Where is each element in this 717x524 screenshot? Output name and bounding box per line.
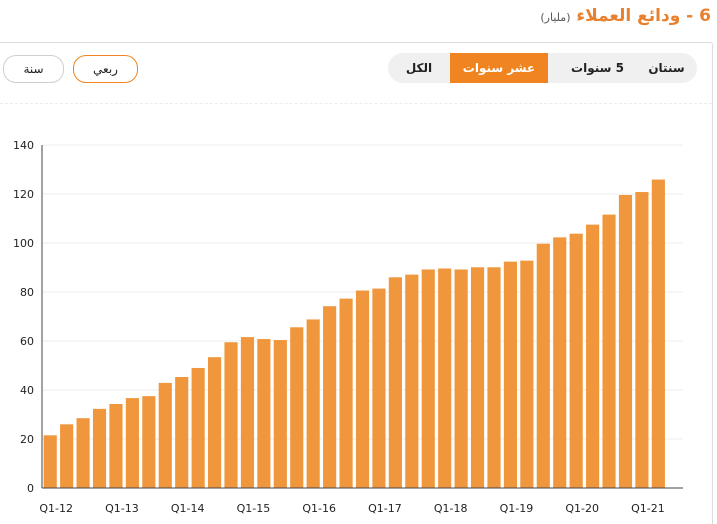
- bar-Q1-13[interactable]: [109, 403, 123, 488]
- bar-Q3-18[interactable]: [470, 267, 485, 488]
- x-tick-label: Q1-19: [500, 502, 534, 515]
- bar-Q4-14[interactable]: [224, 342, 238, 488]
- y-tick-label: 120: [13, 188, 34, 201]
- bar-Q1-17[interactable]: [372, 288, 386, 488]
- bar-Q2-15[interactable]: [257, 339, 271, 488]
- bar-Q4-13[interactable]: [158, 382, 172, 488]
- bar-Q2-17[interactable]: [388, 277, 402, 488]
- bar-Q2-20[interactable]: [586, 224, 600, 488]
- bar-Q2-13[interactable]: [125, 398, 139, 488]
- bar-Q1-21[interactable]: [635, 192, 649, 489]
- bar-Q1-16[interactable]: [306, 319, 320, 488]
- y-tick-label: 100: [13, 237, 34, 250]
- x-tick-label: Q1-20: [565, 502, 599, 515]
- y-tick-label: 140: [13, 139, 34, 152]
- x-tick-labels: Q1-12 Q1-13 Q1-14 Q1-15 Q1-16 Q1-17 Q1-18 Q1-19…: [39, 502, 664, 515]
- bar-Q4-18[interactable]: [487, 267, 501, 488]
- bar-Q3-15[interactable]: [273, 340, 287, 488]
- bar-Q2-16[interactable]: [323, 306, 337, 488]
- y-tick-label: 20: [20, 433, 34, 446]
- x-tick-label: Q1-14: [171, 502, 205, 515]
- y-tick-labels: 0 20 40 60 80 100 120 140: [13, 139, 34, 495]
- bar-Q4-16[interactable]: [355, 290, 370, 488]
- bar-Q2-12[interactable]: [60, 424, 74, 488]
- bar-Q2-18[interactable]: [454, 269, 468, 488]
- bars: [43, 179, 665, 489]
- bar-Q2-21[interactable]: [651, 179, 665, 489]
- bar-Q1-18[interactable]: [438, 268, 452, 488]
- bar-Q4-12[interactable]: [92, 408, 107, 488]
- x-tick-label: Q1-13: [105, 502, 139, 515]
- bar-Q3-12[interactable]: [76, 418, 90, 488]
- bar-Q4-15[interactable]: [290, 327, 304, 488]
- x-tick-label: Q1-12: [39, 502, 73, 515]
- bar-Q4-19[interactable]: [553, 237, 567, 488]
- bar-Q1-14[interactable]: [175, 377, 189, 488]
- bar-Q3-14[interactable]: [208, 357, 222, 488]
- x-tick-label: Q1-15: [237, 502, 271, 515]
- bar-Q3-16[interactable]: [339, 298, 353, 488]
- x-tick-label: Q1-17: [368, 502, 402, 515]
- bar-Q1-19[interactable]: [503, 261, 517, 488]
- x-tick-label: Q1-18: [434, 502, 468, 515]
- bar-Q2-19[interactable]: [520, 260, 534, 488]
- bar-Q4-17[interactable]: [421, 269, 435, 488]
- bar-Q1-20[interactable]: [569, 233, 583, 488]
- bar-Q3-13[interactable]: [142, 396, 156, 488]
- deposits-bar-chart: 020406080100120140 Q1-12 Q1-13 Q1-14 Q1-15 Q…: [13, 139, 683, 515]
- y-tick-label: 80: [20, 286, 34, 299]
- bar-Q3-19[interactable]: [536, 243, 550, 488]
- y-tick-label: 0: [27, 482, 34, 495]
- bar-Q3-17[interactable]: [405, 274, 419, 488]
- x-tick-label: Q1-16: [302, 502, 336, 515]
- bar-Q3-20[interactable]: [602, 214, 616, 488]
- x-tick-label: Q1-21: [631, 502, 665, 515]
- bar-Q2-14[interactable]: [191, 367, 205, 488]
- bar-Q1-12[interactable]: [43, 435, 57, 488]
- bar-Q1-15[interactable]: [240, 337, 255, 488]
- y-tick-label: 40: [20, 384, 34, 397]
- y-tick-label: 60: [20, 335, 34, 348]
- bar-Q4-20[interactable]: [618, 194, 633, 489]
